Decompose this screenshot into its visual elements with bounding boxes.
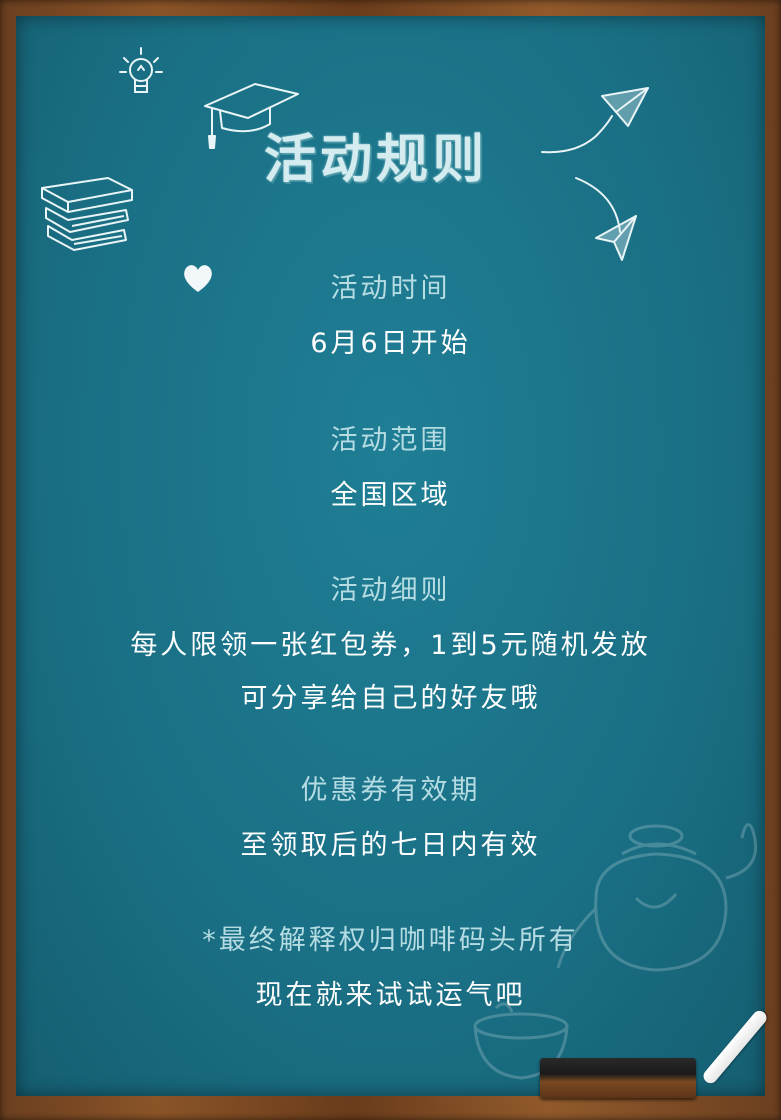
section-label: 活动时间 (330, 273, 451, 304)
eraser (540, 1058, 696, 1098)
section-scope: 活动范围 全国区域 (16, 418, 765, 512)
section-validity: 优惠券有效期 至领取后的七日内有效 (16, 768, 765, 862)
section-value: 现在就来试试运气吧 (255, 980, 526, 1011)
section-label: *最终解释权归咖啡码头所有 (202, 925, 579, 956)
page-title: 活动规则 (264, 130, 489, 190)
section-value: 可分享给自己的好友哦 (240, 683, 541, 714)
section-label: 活动细则 (330, 575, 451, 606)
books-icon (41, 177, 133, 251)
section-details: 活动细则 每人限领一张红包券，1到5元随机发放 可分享给自己的好友哦 (16, 568, 765, 715)
wooden-frame: 活动规则 活动时间 6月6日开始 活动范围 全国区域 活动细则 每人限领一张红包… (0, 0, 781, 1120)
section-value: 每人限领一张红包券，1到5元随机发放 (130, 630, 651, 661)
section-time: 活动时间 6月6日开始 (16, 266, 765, 360)
section-disclaimer: *最终解释权归咖啡码头所有 现在就来试试运气吧 (16, 918, 765, 1012)
section-value: 6月6日开始 (310, 328, 471, 359)
section-label: 活动范围 (330, 425, 451, 456)
chalkboard: 活动规则 活动时间 6月6日开始 活动范围 全国区域 活动细则 每人限领一张红包… (16, 16, 765, 1096)
section-value: 全国区域 (330, 480, 451, 511)
section-label: 优惠券有效期 (300, 775, 481, 806)
lightbulb-icon (119, 47, 163, 93)
section-value: 至领取后的七日内有效 (240, 830, 541, 861)
